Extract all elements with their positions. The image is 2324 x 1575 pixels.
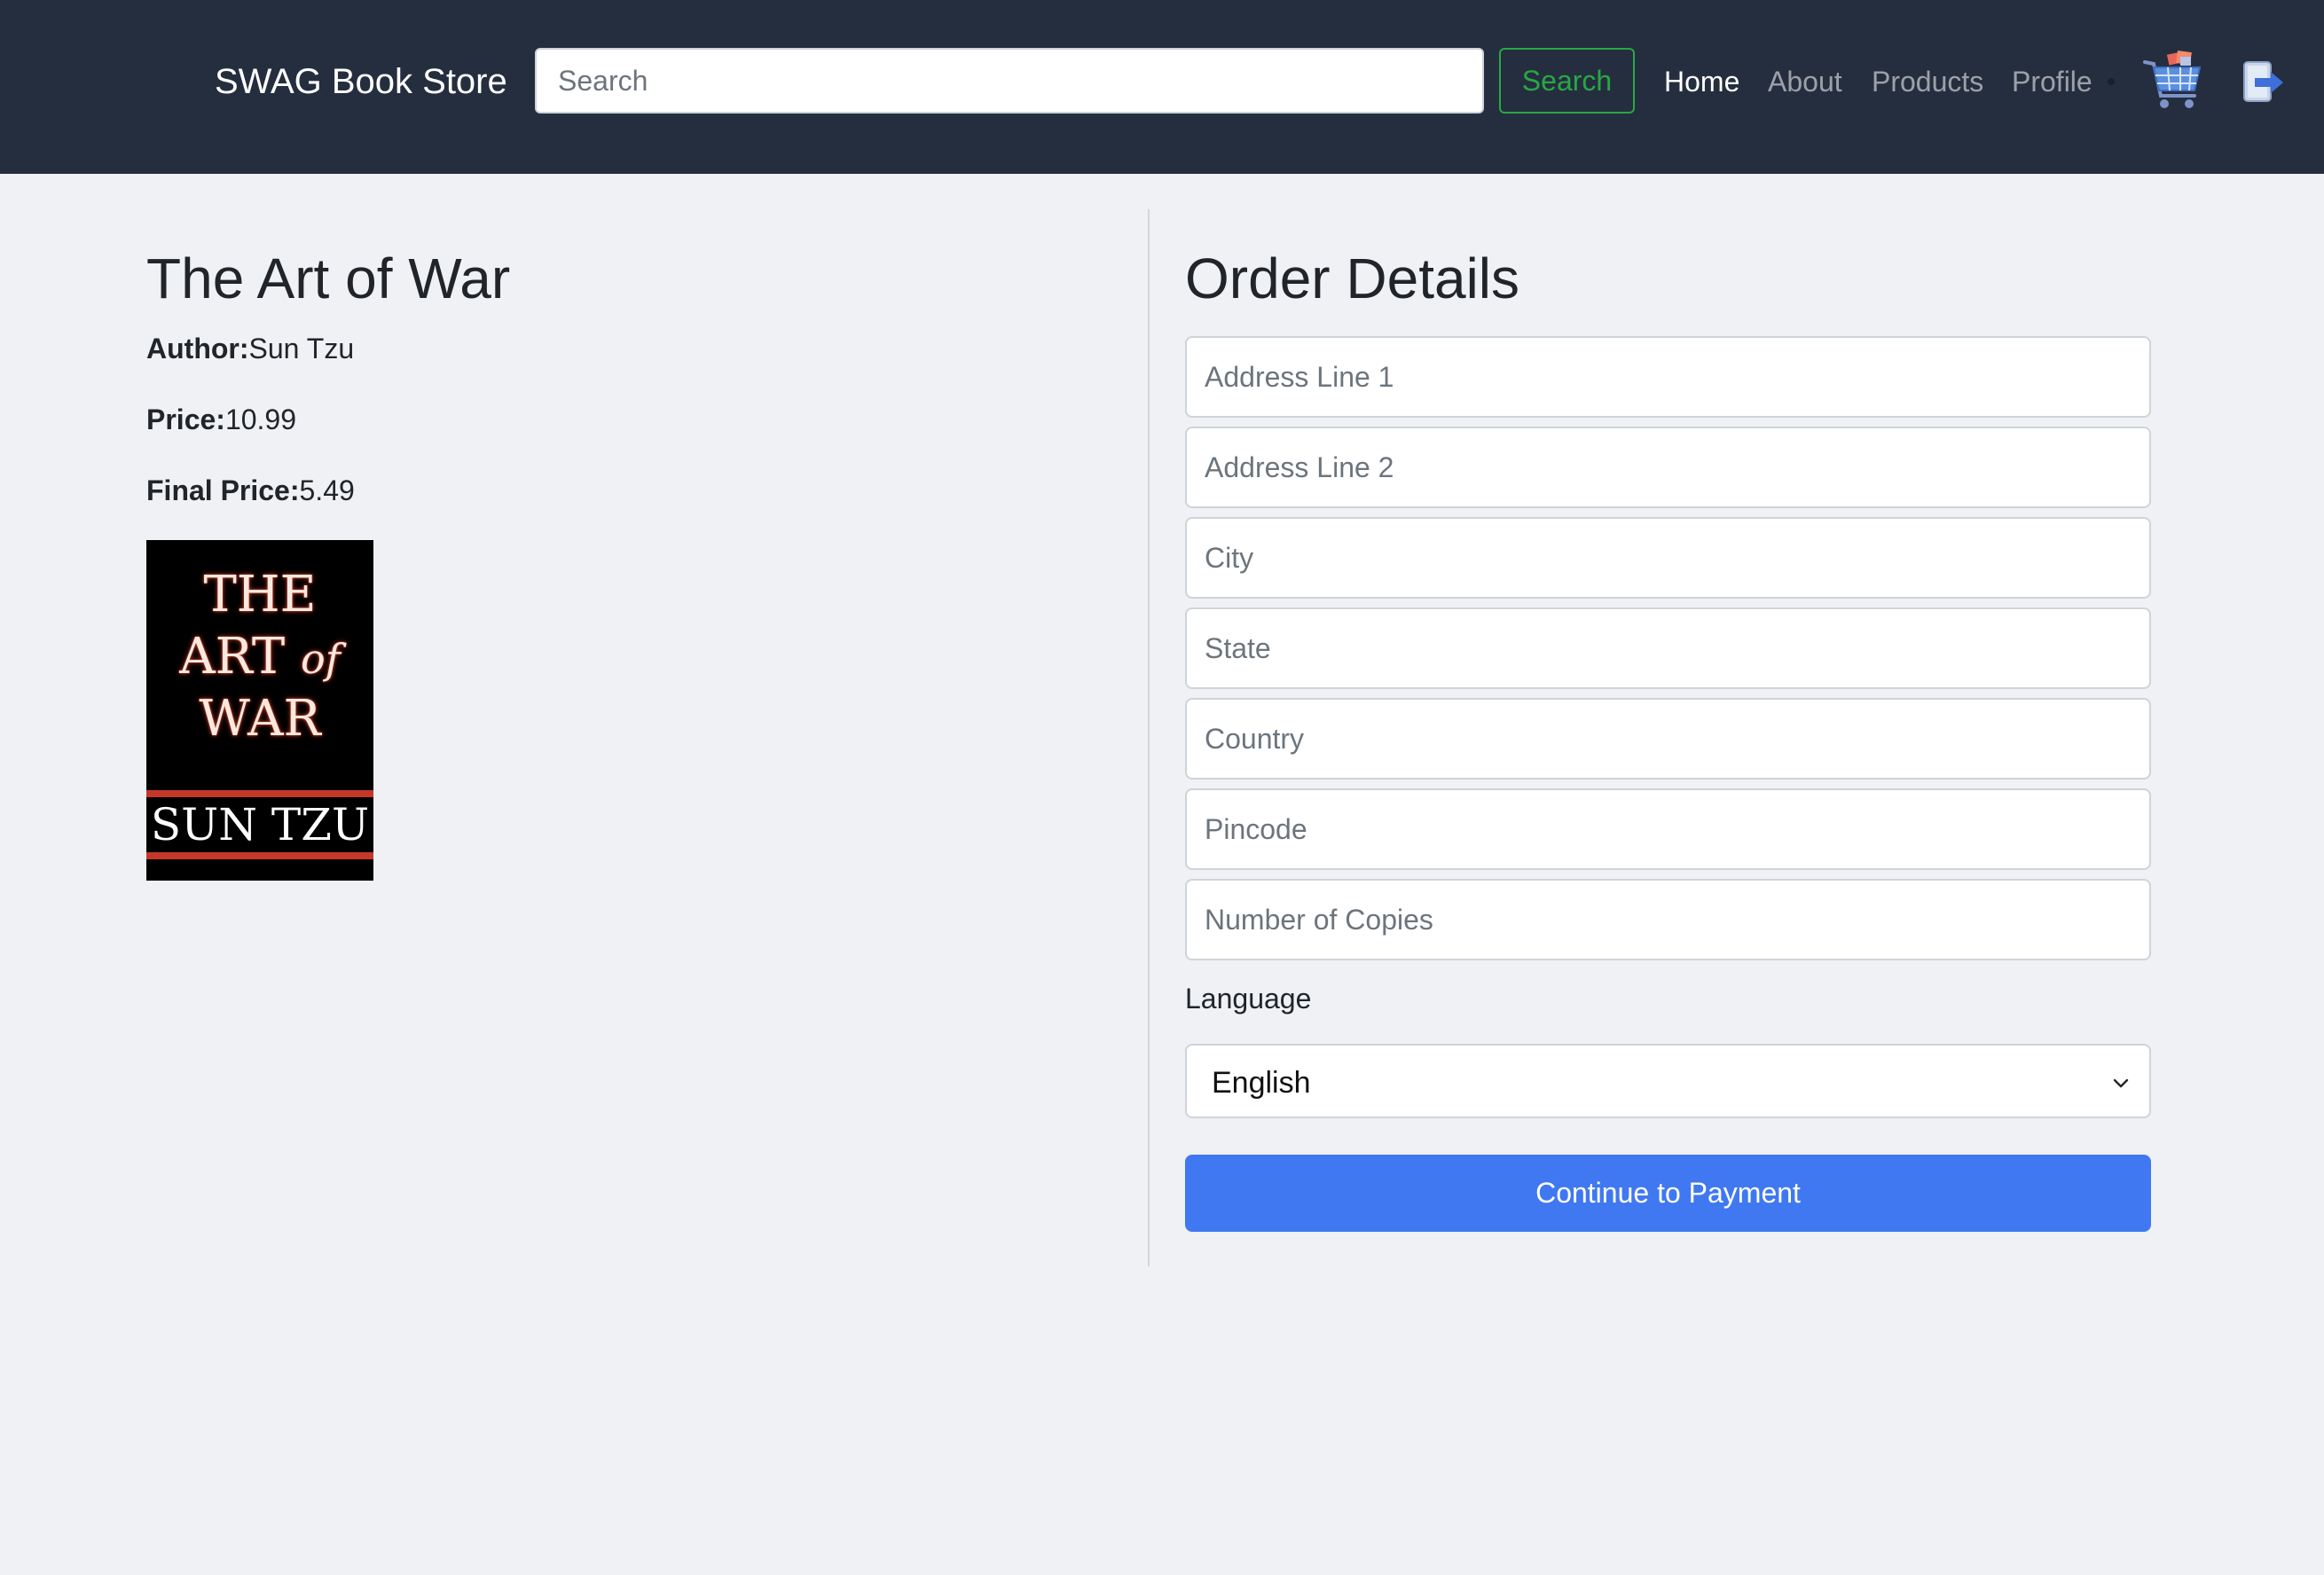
- column-divider: [1148, 209, 1150, 1266]
- nav-link-about[interactable]: About: [1768, 64, 1842, 99]
- cover-author: SUN TZU: [150, 799, 370, 850]
- search-button[interactable]: Search: [1499, 48, 1635, 114]
- pincode-field[interactable]: [1185, 788, 2151, 870]
- address-line-1-field[interactable]: [1185, 336, 2151, 418]
- cover-red-stripe-bottom: [146, 852, 373, 859]
- price-value: 10.99: [224, 404, 297, 435]
- nav-link-profile[interactable]: Profile: [2012, 64, 2092, 99]
- city-field[interactable]: [1185, 517, 2151, 599]
- cover-title-line-3: WAR: [199, 690, 321, 748]
- search-input[interactable]: [535, 48, 1484, 114]
- cover-title-art: ART: [179, 628, 302, 686]
- continue-to-payment-button[interactable]: Continue to Payment: [1185, 1155, 2151, 1232]
- cover-title-line-1: THE: [203, 566, 317, 623]
- navbar: SWAG Book Store Search Home About Produc…: [0, 0, 2324, 174]
- cover-title-line-2: ART of: [146, 629, 373, 687]
- address-line-2-field[interactable]: [1185, 427, 2151, 508]
- nav-link-home[interactable]: Home: [1664, 64, 1739, 99]
- language-label: Language: [1185, 983, 1312, 1015]
- number-of-copies-field[interactable]: [1185, 879, 2151, 960]
- cover-red-stripe-top: [146, 790, 373, 797]
- state-field[interactable]: [1185, 607, 2151, 689]
- chevron-down-icon: [2113, 1078, 2129, 1088]
- order-details-title: Order Details: [1185, 247, 1519, 310]
- book-price: Price:10.99: [146, 402, 296, 437]
- final-price-value: 5.49: [299, 474, 355, 506]
- brand-logo[interactable]: SWAG Book Store: [215, 59, 507, 105]
- author-value: Sun Tzu: [248, 333, 355, 364]
- final-price-label: Final Price:: [146, 474, 300, 506]
- country-field[interactable]: [1185, 698, 2151, 780]
- shopping-cart-icon[interactable]: [2141, 50, 2205, 112]
- author-label: Author:: [146, 333, 249, 364]
- book-author: Author:Sun Tzu: [146, 331, 354, 366]
- nav-link-products[interactable]: Products: [1872, 64, 1983, 99]
- book-final-price: Final Price:5.49: [146, 473, 355, 508]
- book-title: The Art of War: [146, 247, 511, 310]
- profile-dropdown-indicator: [2108, 78, 2115, 85]
- logout-icon[interactable]: [2242, 59, 2285, 106]
- language-select[interactable]: English: [1185, 1044, 2151, 1118]
- price-label: Price:: [146, 404, 225, 435]
- cover-title-of: of: [301, 635, 341, 683]
- book-cover-image: THE ART of WAR SUN TZU: [146, 540, 373, 881]
- language-selected-value: English: [1212, 1066, 1311, 1100]
